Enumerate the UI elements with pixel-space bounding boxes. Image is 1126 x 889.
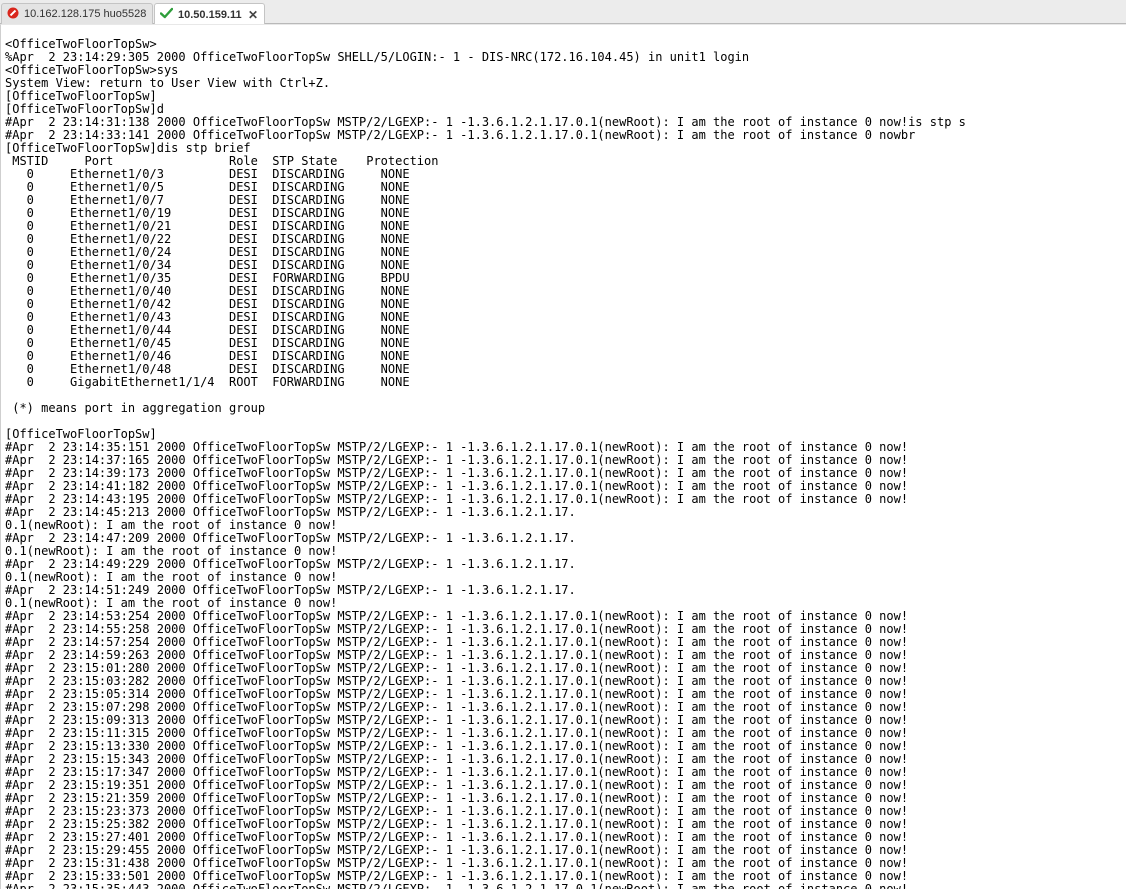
terminal-line: [OfficeTwoFloorTopSw]	[5, 89, 157, 103]
session-tab-bar: 10.162.128.175 huo5528 10.50.159.11 ✕	[0, 0, 1126, 25]
tab-label: 10.50.159.11	[178, 8, 242, 21]
terminal-line: 0 GigabitEthernet1/1/4 ROOT FORWARDING N…	[5, 375, 410, 389]
tab-label: 10.162.128.175 huo5528	[24, 8, 147, 20]
tab-session-10-162-128-175[interactable]: 10.162.128.175 huo5528	[1, 3, 153, 24]
error-status-icon	[7, 7, 19, 22]
terminal-line: System View: return to User View with Ct…	[5, 76, 331, 90]
check-status-icon	[159, 7, 174, 22]
terminal-line: #Apr 2 23:15:35:443 2000 OfficeTwoFloorT…	[5, 882, 909, 889]
terminal-line: (*) means port in aggregation group	[5, 401, 266, 415]
terminal-output[interactable]: <OfficeTwoFloorTopSw> %Apr 2 23:14:29:305…	[5, 38, 1123, 889]
close-icon[interactable]: ✕	[248, 8, 258, 22]
tab-session-10-50-159-11[interactable]: 10.50.159.11 ✕	[154, 3, 265, 25]
